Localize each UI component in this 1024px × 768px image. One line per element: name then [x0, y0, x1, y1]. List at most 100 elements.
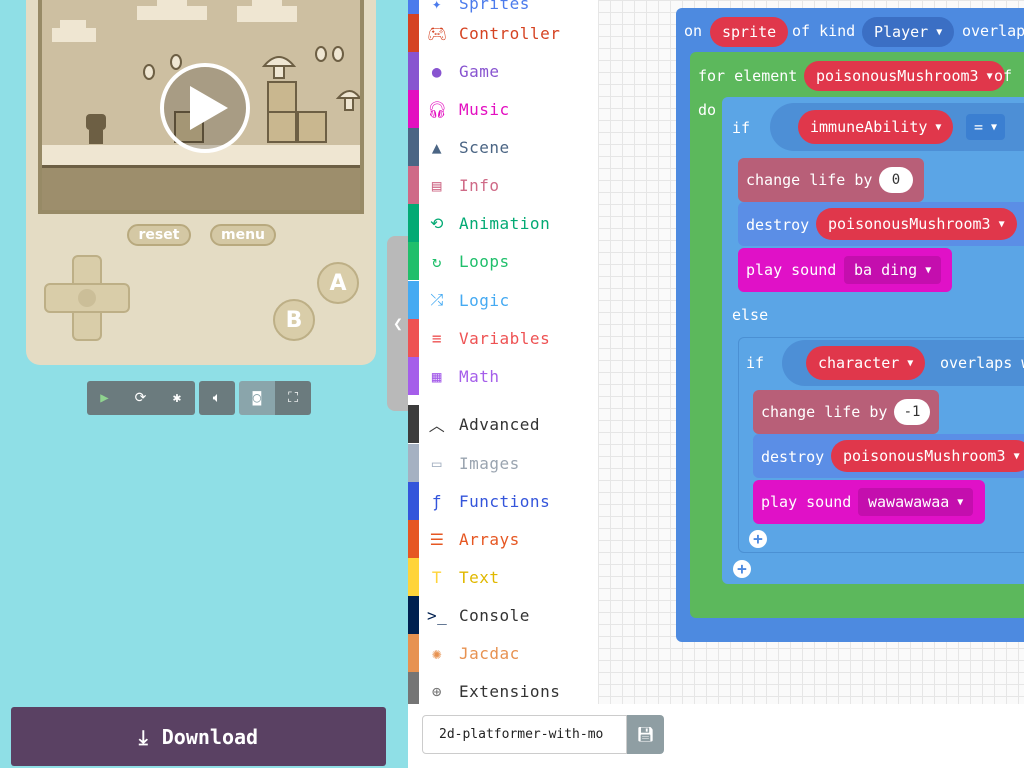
project-name-input[interactable]: 2d-platformer-with-mo [422, 715, 627, 754]
sound-dropdown-ba-ding[interactable]: ba ding ▼ [844, 256, 942, 284]
sound-icon[interactable]: 🔈︎ [199, 381, 235, 415]
toolbox-category-scene[interactable]: ▲ Scene [408, 128, 598, 166]
toolbox-category-functions[interactable]: ƒ Functions [408, 482, 598, 520]
dpad[interactable] [44, 255, 130, 341]
debug-icon[interactable]: ✱ [159, 381, 195, 415]
category-color-bar [408, 242, 419, 280]
if-label-2: if [746, 354, 765, 372]
else-label: else [732, 306, 769, 324]
category-color-bar [408, 558, 419, 596]
category-label: Music [459, 99, 510, 119]
b-button[interactable]: B [273, 299, 315, 341]
category-label: Text [459, 567, 500, 587]
toolbox-category-jacdac[interactable]: ✺ Jacdac [408, 634, 598, 672]
toolbox-category-images[interactable]: ▭ Images [408, 444, 598, 482]
category-label: Variables [459, 328, 551, 348]
restart-icon[interactable]: ⟳ [122, 381, 159, 415]
toolbox-category-text[interactable]: T Text [408, 558, 598, 596]
category-label: Loops [459, 251, 510, 271]
toolbox-category-controller[interactable]: 🎮︎ Controller [408, 14, 598, 52]
a-button[interactable]: A [317, 262, 359, 304]
category-label: Math [459, 366, 500, 386]
category-label: Scene [459, 137, 510, 157]
sprite-variable-dropdown[interactable]: sprite [710, 17, 789, 47]
toolbox-category-console[interactable]: >_ Console [408, 596, 598, 634]
toolbox-category-game[interactable]: ● Game [408, 52, 598, 90]
collapse-simulator-button[interactable]: ❮ [387, 236, 409, 411]
category-label: Advanced [459, 414, 541, 434]
game-screen[interactable] [38, 0, 364, 214]
of-kind-label: of kind [792, 22, 856, 40]
play-icon[interactable]: ▶ [87, 381, 122, 415]
category-color-bar [408, 596, 419, 634]
shuffle-icon: ⤮ [430, 290, 444, 309]
mushroom-variable[interactable]: poisonousMushroom3 ▼ [804, 61, 1005, 91]
if-label: if [732, 119, 751, 137]
menu-button[interactable]: menu [210, 224, 276, 246]
category-color-bar [408, 405, 419, 443]
sprite-icon: ✦ [431, 0, 443, 13]
for-element-label: for element [698, 67, 798, 85]
life-change-value-2[interactable]: -1 [894, 399, 930, 425]
chevron-up-icon: ︿ [428, 416, 446, 435]
toolbox: ✦ Sprites 🎮︎ Controller ● Game 🎧︎ Music ▲ Scene ▤ I… [408, 0, 598, 710]
category-label: Info [459, 175, 500, 195]
save-button[interactable]: 💾︎ [627, 715, 664, 754]
sound-dropdown-wawawawaa[interactable]: wawawawaa ▼ [858, 488, 974, 516]
destroy-label: destroy [746, 216, 810, 234]
plus-circle-icon: ⊕ [431, 681, 443, 701]
category-color-bar [408, 52, 419, 90]
toolbox-category-info[interactable]: ▤ Info [408, 166, 598, 204]
image-icon: ▭ [431, 453, 443, 473]
loop-icon: ↻ [431, 251, 443, 271]
add-branch-icon[interactable]: + [749, 530, 767, 548]
toolbox-category-variables[interactable]: ≡ Variables [408, 319, 598, 357]
category-label: Game [459, 61, 500, 81]
category-label: Extensions [459, 681, 561, 701]
add-else-icon[interactable]: + [733, 560, 751, 578]
life-change-value-1[interactable]: 0 [879, 167, 913, 193]
player-kind-dropdown[interactable]: Player ▼ [862, 17, 955, 47]
download-icon: ⤓ [138, 724, 148, 749]
category-color-bar [408, 357, 419, 395]
toolbox-category-math[interactable]: ▦ Math [408, 357, 598, 395]
blocks-workspace[interactable]: on sprite of kind Player ▼ overlap for el… [598, 0, 1024, 704]
tree-icon: ▲ [431, 137, 443, 157]
screenshot-icon[interactable]: ◙ [239, 381, 275, 415]
category-label: Images [459, 453, 520, 473]
of-label: of [994, 67, 1013, 85]
headphones-icon: 🎧︎ [427, 99, 448, 119]
gamepad-icon: 🎮︎ [427, 23, 448, 43]
toolbox-category-advanced[interactable]: ︿ Advanced [408, 405, 598, 443]
toolbox-category-logic[interactable]: ⤮ Logic [408, 281, 598, 319]
terminal-icon: >_ [427, 605, 448, 625]
on-label: on [684, 22, 703, 40]
download-button[interactable]: ⤓ Download [11, 707, 386, 766]
category-color-bar [408, 634, 419, 672]
immune-ability-variable[interactable]: immuneAbility ▼ [798, 110, 954, 144]
mushroom-variable-3[interactable]: poisonousMushroom3 ▼ [831, 440, 1024, 472]
character-variable[interactable]: character ▼ [806, 346, 926, 380]
play-sound-label-2: play sound [761, 493, 852, 511]
category-color-bar [408, 128, 419, 166]
play-sound-label: play sound [746, 261, 837, 279]
refresh-icon: ⟲ [430, 213, 444, 233]
toolbox-category-arrays[interactable]: ☰ Arrays [408, 520, 598, 558]
id-card-icon: ▤ [431, 175, 443, 195]
reset-button[interactable]: reset [127, 224, 191, 246]
mushroom-variable-2[interactable]: poisonousMushroom3 ▼ [816, 208, 1017, 240]
game-preview-image [42, 0, 360, 210]
category-label: Controller [459, 23, 561, 43]
change-life-label: change life by [746, 171, 873, 189]
category-color-bar [408, 520, 419, 558]
equals-operator-dropdown[interactable]: = ▼ [966, 114, 1006, 140]
toolbox-category-animation[interactable]: ⟲ Animation [408, 204, 598, 242]
category-color-bar [408, 482, 419, 520]
list-ol-icon: ☰ [429, 529, 445, 549]
fullscreen-icon[interactable]: ⛶ [275, 381, 311, 415]
do-label: do [698, 101, 717, 119]
category-label: Logic [459, 290, 510, 310]
toolbox-category-loops[interactable]: ↻ Loops [408, 242, 598, 280]
chevron-left-icon: ❮ [393, 314, 403, 333]
toolbox-category-music[interactable]: 🎧︎ Music [408, 90, 598, 128]
